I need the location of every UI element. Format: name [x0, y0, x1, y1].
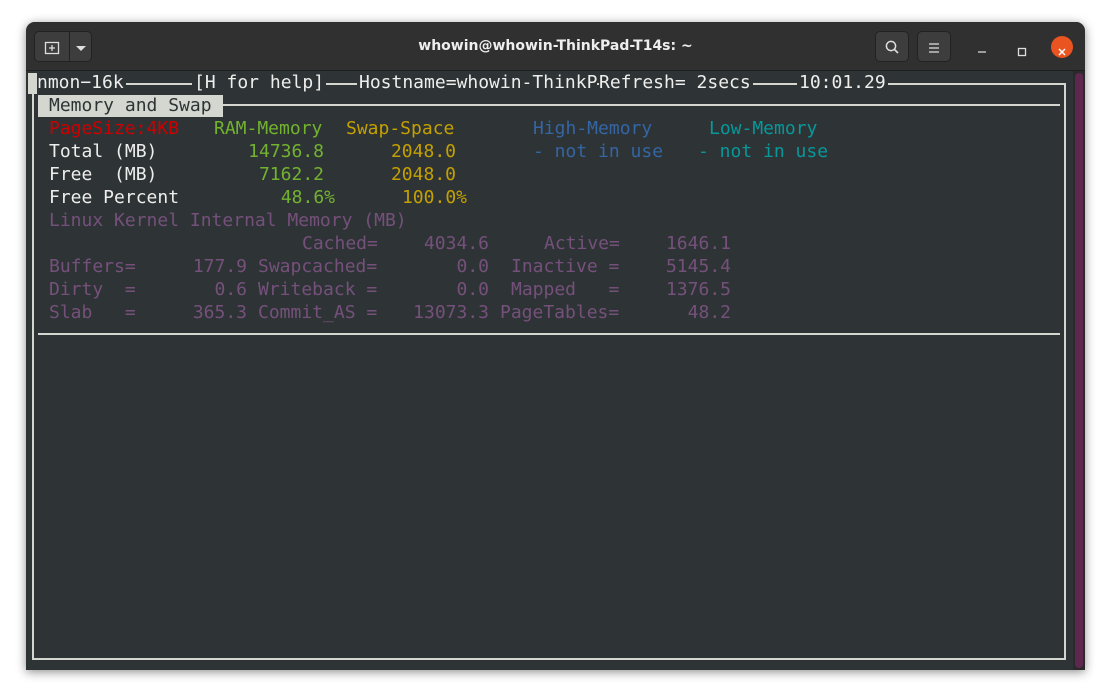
inactive-label: Inactive =: [511, 256, 620, 277]
writeback-label: Writeback =: [258, 279, 378, 300]
free-percent-label: Free Percent: [49, 187, 180, 208]
inactive-value: 5145.4: [665, 256, 731, 277]
close-icon: [1057, 42, 1067, 56]
bottom-border: [32, 658, 1066, 660]
free-percent-swap: 100.0%: [401, 187, 467, 208]
slab-value: 365.3: [192, 302, 247, 323]
search-button[interactable]: [875, 31, 909, 62]
clock: 10:01.29: [797, 71, 888, 94]
button-divider: [69, 32, 70, 61]
maximize-icon: [1017, 42, 1027, 57]
new-tab-button-group[interactable]: [34, 31, 92, 62]
left-border: [32, 83, 34, 660]
pagetables-label: PageTables=: [500, 302, 620, 323]
free-label: Free (MB): [49, 164, 158, 185]
search-icon: [884, 39, 900, 55]
commit-as-value: 13073.3: [413, 302, 489, 323]
mapped-label: Mapped =: [511, 279, 620, 300]
hostname: Hostname=whowin-ThinkP: [357, 71, 598, 94]
terminal-area[interactable]: nmon−16k [H for help] Hostname=whowin-Th…: [26, 71, 1071, 670]
buffers-label: Buffers=: [49, 256, 136, 277]
active-label: Active=: [544, 233, 620, 254]
chevron-down-icon[interactable]: [73, 40, 89, 56]
kernel-heading: Linux Kernel Internal Memory (MB): [49, 210, 407, 231]
section-bottom-rule: [38, 333, 1060, 335]
pagesize-label: PageSize:4KB: [49, 118, 180, 139]
total-low: - not in use: [698, 141, 829, 162]
new-tab-icon[interactable]: [44, 39, 60, 55]
hamburger-menu-icon: [927, 40, 941, 54]
buffers-value: 177.9: [192, 256, 247, 277]
pagetables-value: 48.2: [687, 302, 731, 323]
swapcached-label: Swapcached=: [258, 256, 378, 277]
maximize-button[interactable]: [1011, 36, 1033, 58]
menu-button[interactable]: [917, 31, 951, 62]
commit-as-label: Commit_AS =: [258, 302, 378, 323]
refresh-rate: Refresh= 2secs: [599, 71, 753, 94]
title-bar: whowin@whowin-ThinkPad-T14s: ~: [26, 22, 1085, 71]
right-border: [1064, 83, 1066, 660]
section-title: Memory and Swap: [38, 95, 223, 117]
swapcached-value: 0.0: [456, 256, 489, 277]
scrollbar-thumb[interactable]: [1075, 73, 1083, 668]
total-high: - not in use: [533, 141, 664, 162]
active-value: 1646.1: [665, 233, 731, 254]
total-swap: 2048.0: [390, 141, 456, 162]
high-memory-header: High-Memory: [533, 118, 653, 139]
dirty-label: Dirty =: [49, 279, 136, 300]
scrollbar[interactable]: [1073, 71, 1085, 670]
mapped-value: 1376.5: [665, 279, 731, 300]
minimize-icon: [977, 42, 987, 53]
slab-label: Slab =: [49, 302, 136, 323]
ram-memory-header: RAM-Memory: [214, 118, 323, 139]
swap-space-header: Swap-Space: [346, 118, 455, 139]
minimize-button[interactable]: [971, 36, 993, 58]
free-percent-ram: 48.6%: [280, 187, 335, 208]
dirty-value: 0.6: [214, 279, 247, 300]
help-hint: [H for help]: [192, 71, 327, 94]
nmon-program-name: nmon−16k: [37, 71, 126, 94]
free-ram: 7162.2: [258, 164, 324, 185]
free-swap: 2048.0: [390, 164, 456, 185]
total-ram: 14736.8: [248, 141, 324, 162]
close-button[interactable]: [1051, 36, 1073, 58]
cached-label: Cached=: [302, 233, 378, 254]
low-memory-header: Low-Memory: [709, 118, 818, 139]
terminal-window: whowin@whowin-ThinkPad-T14s: ~ nmon−16k …: [26, 22, 1085, 670]
total-label: Total (MB): [49, 141, 158, 162]
cached-value: 4034.6: [423, 233, 489, 254]
writeback-value: 0.0: [456, 279, 489, 300]
